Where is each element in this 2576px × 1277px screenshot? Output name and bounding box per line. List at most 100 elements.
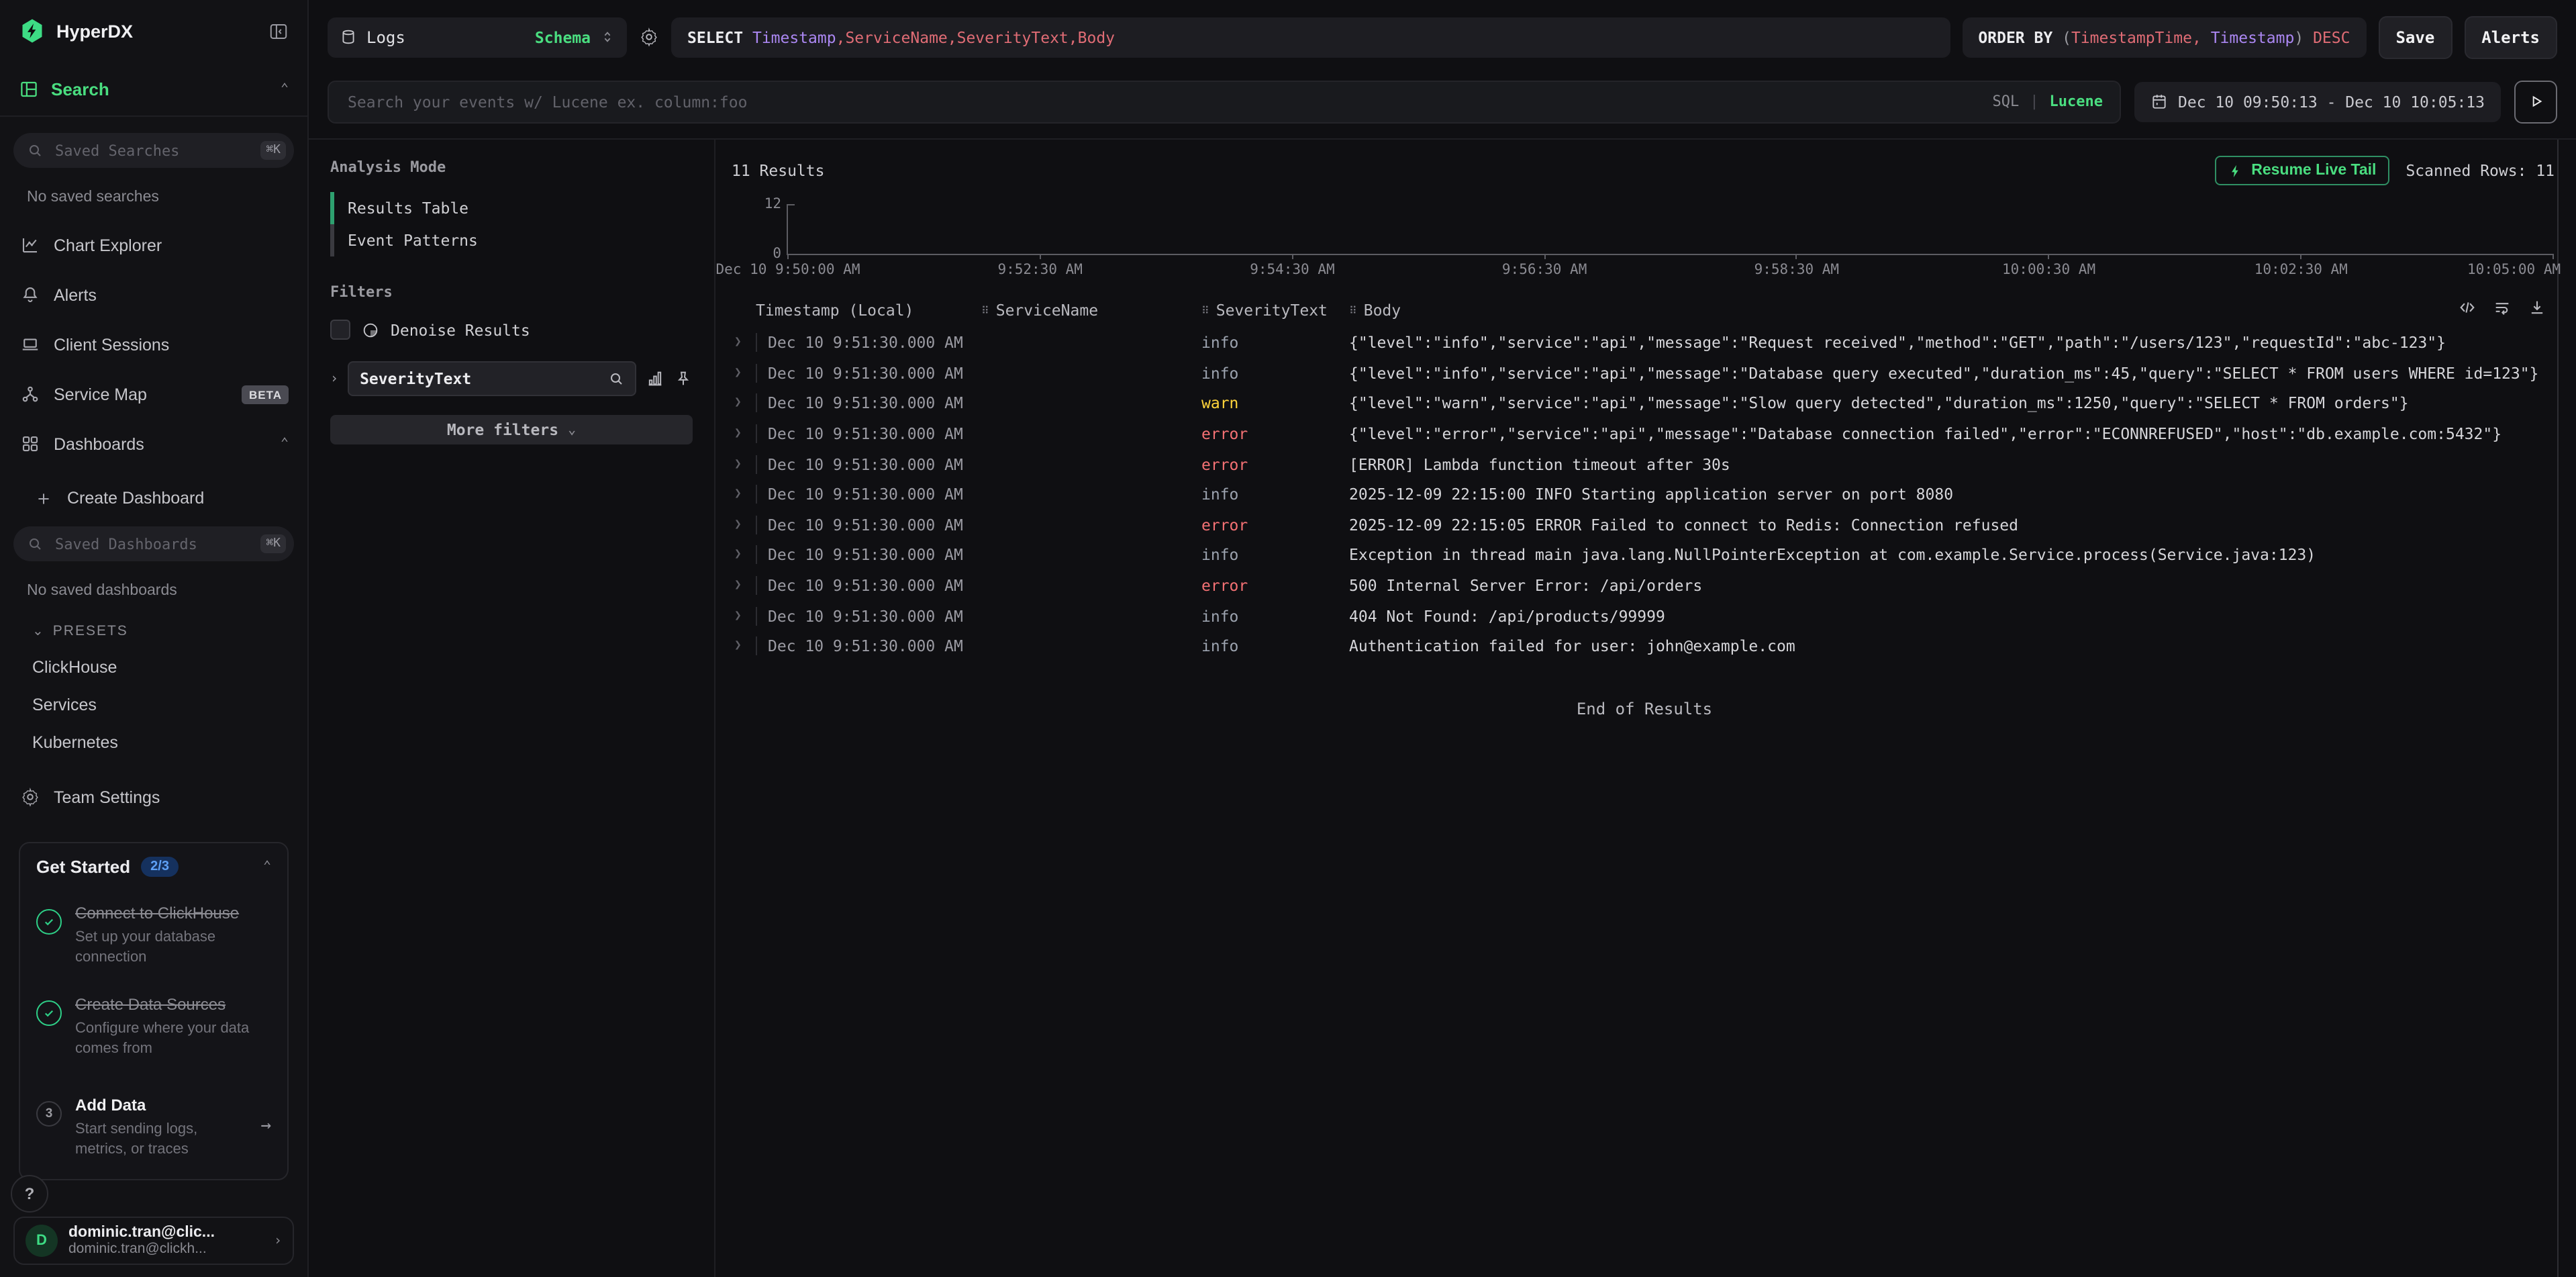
user-menu[interactable]: D dominic.tran@clic... dominic.tran@clic… [13, 1217, 294, 1265]
log-timestamp: Dec 10 9:51:30.000 AM [756, 606, 981, 625]
sidebar-item-client-sessions[interactable]: Client Sessions [13, 334, 294, 354]
event-search-input[interactable] [345, 91, 1982, 112]
sidebar-item-dashboards[interactable]: Dashboards ⌃ [13, 434, 294, 454]
log-row[interactable]: ❯ Dec 10 9:51:30.000 AM error 2025-12-09… [732, 510, 2555, 540]
expand-row-icon[interactable]: ❯ [732, 397, 756, 410]
log-row[interactable]: ❯ Dec 10 9:51:30.000 AM info 2025-12-09 … [732, 479, 2555, 510]
log-severity: error [1201, 576, 1349, 595]
x-axis-label: 9:58:30 AM [1754, 262, 1839, 278]
pin-icon[interactable] [674, 369, 693, 388]
expand-row-icon[interactable]: ❯ [732, 336, 756, 350]
chart-filter-icon[interactable] [646, 369, 664, 388]
log-row[interactable]: ❯ Dec 10 9:51:30.000 AM info {"level":"i… [732, 358, 2555, 388]
get-started-step-add-data[interactable]: 3 Add Data Start sending logs, metrics, … [36, 1091, 271, 1160]
sidebar-item-label: Alerts [54, 285, 289, 304]
resume-live-tail-button[interactable]: Resume Live Tail [2215, 156, 2389, 185]
analysis-mode-label: Analysis Mode [330, 158, 693, 176]
get-started-progress-badge: 2/3 [141, 857, 179, 877]
more-filters-button[interactable]: More filters ⌄ [330, 415, 693, 444]
log-row[interactable]: ❯ Dec 10 9:51:30.000 AM info {"level":"i… [732, 328, 2555, 358]
histogram-plot-area[interactable]: 12 0 Dec 10 9:50:00 AM9:52:30 AM9:54:30 … [787, 204, 2553, 255]
chevron-up-icon: ⌃ [281, 436, 289, 451]
expand-row-icon[interactable]: ❯ [732, 457, 756, 471]
x-axis-tick [1544, 254, 1545, 259]
column-header-body[interactable]: ⠿Body [1349, 301, 2555, 320]
log-row[interactable]: ❯ Dec 10 9:51:30.000 AM info Exception i… [732, 540, 2555, 570]
log-row[interactable]: ❯ Dec 10 9:51:30.000 AM info 404 Not Fou… [732, 601, 2555, 631]
save-button[interactable]: Save [2378, 15, 2452, 58]
drag-handle-icon[interactable]: ⠿ [981, 304, 989, 316]
sidebar-item-chart-explorer[interactable]: Chart Explorer [13, 235, 294, 255]
expand-row-icon[interactable]: ❯ [732, 488, 756, 502]
get-started-step-connect[interactable]: Connect to ClickHouse Set up your databa… [36, 898, 271, 967]
sidebar-item-search[interactable]: Search ⌃ [0, 79, 307, 99]
get-started-step-sources[interactable]: Create Data Sources Configure where your… [36, 989, 271, 1058]
step-title: Add Data [75, 1096, 146, 1115]
hyperdx-logo-icon[interactable] [19, 17, 46, 44]
expand-row-icon[interactable]: ❯ [732, 579, 756, 592]
column-header-servicename[interactable]: ⠿ServiceName [981, 301, 1201, 320]
source-select[interactable]: Logs Schema [328, 17, 627, 57]
mode-results-table[interactable]: Results Table [330, 192, 693, 224]
kbd-shortcut: ⌘K [260, 534, 286, 553]
orderby-keyword: ORDER BY [1978, 28, 2052, 46]
wrap-lines-icon[interactable] [2493, 298, 2512, 317]
log-body: 2025-12-09 22:15:00 INFO Starting applic… [1349, 485, 2555, 504]
filters-sidebar: Analysis Mode Results Table Event Patter… [309, 140, 715, 1277]
column-header-severitytext[interactable]: ⠿SeverityText [1201, 301, 1349, 320]
lang-toggle-lucene[interactable]: Lucene [2050, 93, 2103, 110]
expand-row-icon[interactable]: ❯ [732, 609, 756, 622]
log-row[interactable]: ❯ Dec 10 9:51:30.000 AM warn {"level":"w… [732, 388, 2555, 418]
saved-searches-search[interactable]: ⌘K [13, 133, 294, 168]
sidebar-item-service-map[interactable]: Service Map BETA [13, 384, 294, 404]
create-dashboard-button[interactable]: Create Dashboard [27, 489, 294, 508]
check-circle-icon [36, 1000, 62, 1025]
sidebar-item-alerts[interactable]: Alerts [13, 285, 294, 305]
expand-row-icon[interactable]: ❯ [732, 639, 756, 653]
sidebar-item-label: Team Settings [54, 788, 289, 806]
preset-clickhouse[interactable]: ClickHouse [32, 658, 294, 677]
saved-searches-input[interactable] [52, 140, 251, 160]
order-by-input[interactable]: ORDER BY (TimestampTime, Timestamp) DESC [1962, 17, 2366, 57]
severity-filter-field[interactable]: SeverityText [348, 361, 636, 396]
drag-handle-icon[interactable]: ⠿ [1349, 304, 1357, 316]
source-settings-gear-icon[interactable] [639, 27, 659, 47]
denoise-results-toggle[interactable]: Denoise Results [330, 320, 693, 340]
create-dashboard-label: Create Dashboard [67, 489, 289, 508]
lang-toggle-sql[interactable]: SQL [1993, 93, 2020, 110]
preset-kubernetes[interactable]: Kubernetes [32, 733, 294, 752]
log-row[interactable]: ❯ Dec 10 9:51:30.000 AM info Authenticat… [732, 631, 2555, 661]
log-row[interactable]: ❯ Dec 10 9:51:30.000 AM error 500 Intern… [732, 571, 2555, 601]
drag-handle-icon[interactable]: ⠿ [1201, 304, 1209, 316]
expand-row-icon[interactable]: ❯ [732, 367, 756, 380]
sql-fields-rest: ,ServiceName,SeverityText,Body [836, 28, 1115, 46]
preset-services[interactable]: Services [32, 696, 294, 714]
expand-row-icon[interactable]: ❯ [732, 549, 756, 562]
results-histogram: 12 0 Dec 10 9:50:00 AM9:52:30 AM9:54:30 … [732, 193, 2555, 277]
sidebar-collapse-icon[interactable] [268, 21, 289, 41]
orderby-field-2: Timestamp [2211, 28, 2295, 46]
event-search-box[interactable]: SQL | Lucene [328, 80, 2120, 123]
expand-row-icon[interactable]: ❯ [732, 518, 756, 532]
code-view-icon[interactable] [2458, 298, 2477, 317]
run-query-button[interactable] [2514, 80, 2557, 123]
download-icon[interactable] [2528, 298, 2546, 317]
column-header-timestamp[interactable]: Timestamp (Local) [756, 301, 981, 320]
time-range-picker[interactable]: Dec 10 09:50:13 - Dec 10 10:05:13 [2134, 81, 2501, 122]
expand-row-icon[interactable]: ❯ [732, 427, 756, 440]
mode-event-patterns[interactable]: Event Patterns [330, 224, 693, 256]
help-button[interactable]: ? [11, 1175, 48, 1213]
sidebar-item-team-settings[interactable]: Team Settings [13, 787, 294, 807]
results-count: 11 Results [732, 161, 2215, 180]
alerts-button[interactable]: Alerts [2464, 15, 2557, 58]
chevron-right-icon[interactable]: › [330, 371, 338, 386]
log-row[interactable]: ❯ Dec 10 9:51:30.000 AM error [ERROR] La… [732, 449, 2555, 479]
log-body: 500 Internal Server Error: /api/orders [1349, 576, 2555, 595]
denoise-checkbox[interactable] [330, 320, 350, 340]
saved-dashboards-search[interactable]: ⌘K [13, 526, 294, 561]
chevron-up-icon[interactable]: ⌃ [263, 859, 271, 874]
saved-dashboards-input[interactable] [52, 534, 251, 554]
presets-section[interactable]: ⌄ PRESETS [32, 623, 294, 639]
sql-select-input[interactable]: SELECT Timestamp,ServiceName,SeverityTex… [671, 17, 1950, 57]
log-row[interactable]: ❯ Dec 10 9:51:30.000 AM error {"level":"… [732, 419, 2555, 449]
